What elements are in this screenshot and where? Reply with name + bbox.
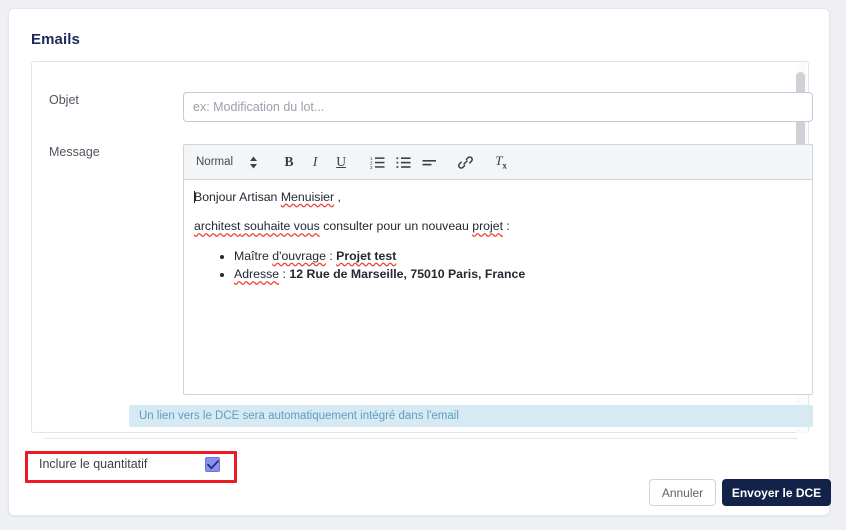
message-label: Message [49,145,100,159]
greeting-prefix: Bonjour Artisan [194,190,281,204]
item-key: d'ouvrage [272,248,326,263]
align-left-icon[interactable] [416,150,442,174]
greeting-suffix: , [334,190,341,204]
checkmark-icon [206,459,219,469]
ordered-list-icon[interactable]: 1 2 3 [364,150,390,174]
intro-sender: architest [194,219,241,234]
intro-rest: consulter pour un nouveau [319,219,473,234]
objet-label: Objet [49,93,79,107]
emails-card: Emails Objet Message Normal [8,8,831,516]
greeting-name: Menuisier [280,190,335,204]
objet-input[interactable] [183,92,813,122]
greeting-line: Bonjour Artisan Menuisier , [194,189,802,206]
include-quantitatif-row[interactable]: Inclure le quantitatif [39,457,231,472]
underline-icon[interactable]: U [328,150,354,174]
cancel-button[interactable]: Annuler [649,479,716,506]
dce-link-info-banner: Un lien vers le DCE sera automatiquement… [129,405,813,427]
bold-icon[interactable]: B [276,150,302,174]
item-key: Adresse [234,267,280,282]
chevron-updown-icon [249,156,258,169]
item-value: 12 Rue de Marseille, 75010 Paris, France [289,267,526,282]
message-editor: Normal B I U 1 2 3 Tx Bonjour Artisan Me… [183,144,813,395]
intro-colon: : [503,219,510,234]
list-item: Maître d'ouvrage : Projet test [234,248,802,265]
send-dce-button[interactable]: Envoyer le DCE [722,479,831,506]
link-icon[interactable] [452,150,478,174]
clear-format-icon[interactable]: Tx [488,150,514,174]
include-quantitatif-checkbox[interactable] [205,457,220,472]
page-root: Emails Objet Message Normal [0,0,846,530]
item-sep: : [279,267,290,282]
message-body[interactable]: Bonjour Artisan Menuisier , architest so… [183,179,813,395]
item-key-plain: Maître [234,248,273,263]
page-title: Emails [31,31,80,48]
item-value: Projet test [336,248,397,263]
detail-list: Maître d'ouvrage : Projet test Adresse :… [194,248,802,284]
format-select-label: Normal [196,156,234,168]
list-item: Adresse : 12 Rue de Marseille, 75010 Par… [234,266,802,283]
intro-mid: souhaite vous [240,219,320,234]
svg-text:3: 3 [370,165,373,169]
format-select[interactable]: Normal [196,156,258,169]
form-divider [43,438,798,439]
editor-toolbar: Normal B I U 1 2 3 Tx [183,144,813,179]
intro-line: architest souhaite vous consulter pour u… [194,218,802,235]
intro-word: projet [472,219,504,234]
include-quantitatif-label: Inclure le quantitatif [39,457,148,471]
clear-format-glyph: Tx [495,153,507,171]
italic-icon[interactable]: I [302,150,328,174]
bullet-list-icon[interactable] [390,150,416,174]
item-sep: : [325,248,337,263]
